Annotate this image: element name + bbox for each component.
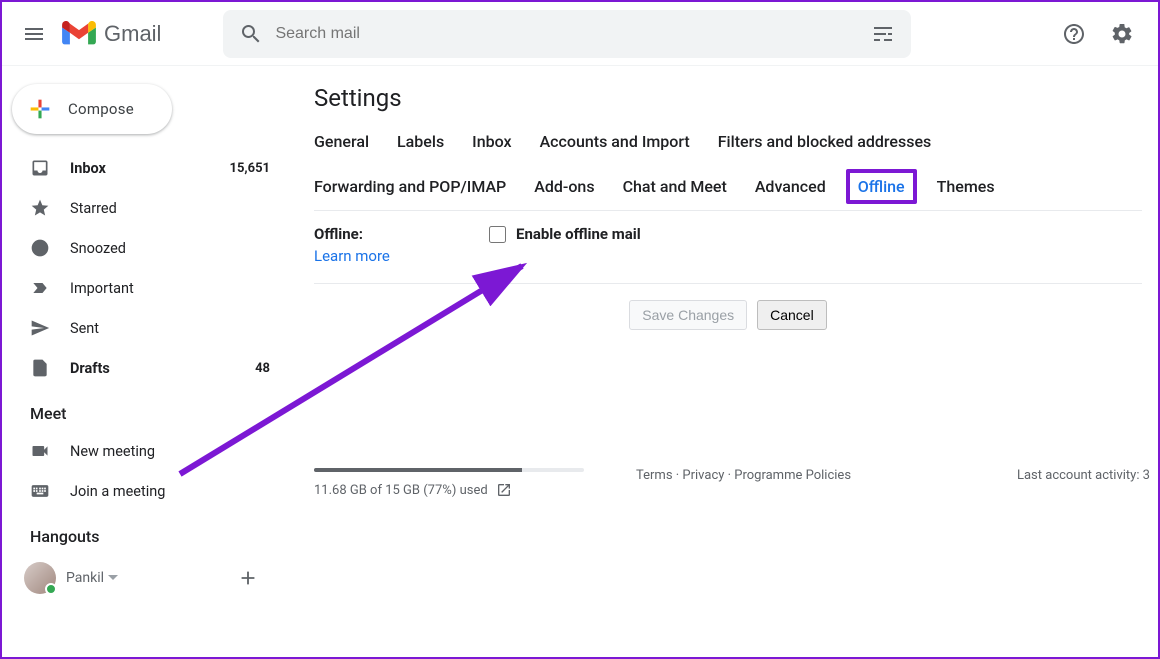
help-icon: [1062, 22, 1086, 46]
sidebar-item-sent[interactable]: Sent: [2, 308, 282, 348]
storage-text: 11.68 GB of 15 GB (77%) used: [314, 483, 488, 498]
save-changes-button[interactable]: Save Changes: [629, 300, 747, 330]
videocam-icon: [30, 441, 50, 461]
presence-dot-icon: [45, 583, 57, 595]
drafts-icon: [30, 358, 50, 378]
nav-count: 15,651: [230, 161, 271, 176]
sidebar-item-inbox[interactable]: Inbox 15,651: [2, 148, 282, 188]
tab-advanced[interactable]: Advanced: [755, 177, 826, 196]
hangouts-username: Pankil: [66, 570, 104, 586]
tab-offline[interactable]: Offline: [846, 169, 917, 204]
inbox-icon: [30, 158, 50, 178]
header: Gmail: [2, 2, 1158, 66]
tab-forwarding-and-pop-imap[interactable]: Forwarding and POP/IMAP: [314, 177, 506, 196]
tab-filters-and-blocked-addresses[interactable]: Filters and blocked addresses: [718, 132, 932, 151]
tune-icon: [871, 22, 895, 46]
nav-label: New meeting: [70, 443, 270, 460]
important-icon: [30, 278, 50, 298]
enable-offline-control[interactable]: Enable offline mail: [489, 225, 641, 265]
clock-icon: [30, 238, 50, 258]
tab-chat-and-meet[interactable]: Chat and Meet: [623, 177, 727, 196]
cancel-button[interactable]: Cancel: [757, 300, 827, 330]
search-button[interactable]: [231, 14, 271, 54]
star-icon: [30, 198, 50, 218]
hangouts-user-row[interactable]: Pankil: [2, 554, 282, 596]
compose-plus-icon: [26, 95, 54, 123]
tab-accounts-and-import[interactable]: Accounts and Import: [540, 132, 690, 151]
tab-labels[interactable]: Labels: [397, 132, 444, 151]
plus-icon: [237, 567, 259, 589]
sent-icon: [30, 318, 50, 338]
support-button[interactable]: [1054, 14, 1094, 54]
compose-label: Compose: [68, 100, 134, 118]
nav-label: Snoozed: [70, 240, 270, 257]
nav-label: Starred: [70, 200, 270, 217]
settings-tabs: General Labels Inbox Accounts and Import Fil…: [314, 126, 1142, 211]
nav-label: Important: [70, 280, 270, 297]
sidebar-item-drafts[interactable]: Drafts 48: [2, 348, 282, 388]
hangouts-section-title: Hangouts: [2, 511, 282, 554]
footer: 11.68 GB of 15 GB (77%) used Terms · Pri…: [314, 468, 1150, 498]
keyboard-icon: [30, 481, 50, 501]
new-conversation-button[interactable]: [230, 560, 266, 596]
nav-label: Join a meeting: [70, 483, 270, 500]
gear-icon: [1110, 22, 1134, 46]
nav-label: Drafts: [70, 360, 255, 377]
tab-inbox[interactable]: Inbox: [472, 132, 511, 151]
open-in-new-icon[interactable]: [496, 482, 512, 498]
meet-section-title: Meet: [2, 388, 282, 431]
gmail-logo[interactable]: Gmail: [62, 21, 161, 47]
enable-offline-label: Enable offline mail: [516, 225, 641, 243]
sidebar-item-snoozed[interactable]: Snoozed: [2, 228, 282, 268]
main-content: Settings General Labels Inbox Accounts and …: [282, 66, 1158, 657]
hamburger-icon: [22, 22, 46, 46]
nav-count: 48: [255, 361, 270, 376]
storage-meter: 11.68 GB of 15 GB (77%) used: [314, 468, 614, 498]
enable-offline-checkbox[interactable]: [489, 226, 506, 243]
meet-item-join-a-meeting[interactable]: Join a meeting: [2, 471, 282, 511]
sidebar: Compose Inbox 15,651 Starred Snoozed Imp…: [2, 66, 282, 657]
tab-general[interactable]: General: [314, 132, 369, 151]
gmail-logo-icon: [62, 21, 96, 47]
gmail-logo-text: Gmail: [104, 21, 161, 47]
settings-button[interactable]: [1102, 14, 1142, 54]
terms-link[interactable]: Terms: [636, 468, 673, 483]
policies-link[interactable]: Programme Policies: [734, 468, 851, 483]
footer-links: Terms · Privacy · Programme Policies: [636, 468, 851, 483]
compose-button[interactable]: Compose: [12, 84, 172, 134]
offline-setting-row: Offline: Learn more Enable offline mail: [314, 211, 1142, 284]
avatar: [24, 562, 56, 594]
offline-label: Offline:: [314, 225, 489, 243]
learn-more-link[interactable]: Learn more: [314, 247, 390, 265]
search-input[interactable]: [271, 25, 863, 43]
search-options-button[interactable]: [863, 14, 903, 54]
account-activity: Last account activity: 3: [1017, 468, 1150, 483]
sidebar-item-starred[interactable]: Starred: [2, 188, 282, 228]
privacy-link[interactable]: Privacy: [682, 468, 724, 483]
page-title: Settings: [314, 84, 1142, 112]
search-icon: [239, 22, 263, 46]
main-menu-button[interactable]: [10, 10, 58, 58]
nav-label: Sent: [70, 320, 270, 337]
caret-down-icon: [108, 573, 118, 583]
tab-themes[interactable]: Themes: [937, 177, 995, 196]
tab-add-ons[interactable]: Add-ons: [534, 177, 594, 196]
search-bar: [223, 10, 911, 58]
sidebar-item-important[interactable]: Important: [2, 268, 282, 308]
nav-label: Inbox: [70, 160, 230, 177]
meet-item-new-meeting[interactable]: New meeting: [2, 431, 282, 471]
